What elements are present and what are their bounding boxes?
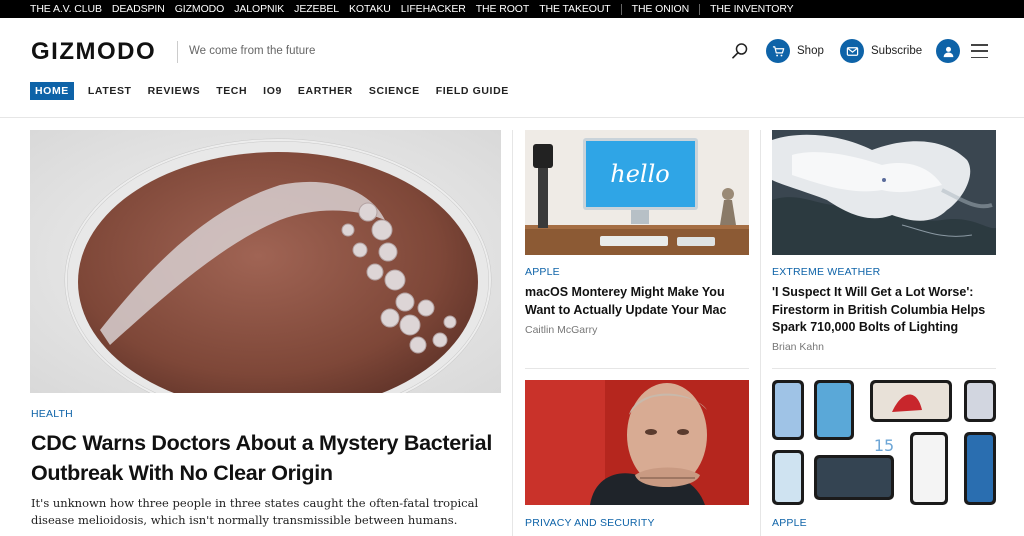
article-author[interactable]: Brian Kahn xyxy=(772,341,824,353)
column-divider xyxy=(512,130,513,536)
network-bar: THE A.V. CLUB DEADSPIN GIZMODO JALOPNIK … xyxy=(0,0,1024,18)
article-image-imac[interactable]: hello xyxy=(525,130,749,255)
nav-latest[interactable]: LATEST xyxy=(88,82,132,100)
ios15-text: 15 xyxy=(874,436,894,455)
article-image-iphones[interactable]: 15 xyxy=(772,380,996,505)
site-tagline: We come from the future xyxy=(189,45,316,57)
network-link-gizmodo[interactable]: GIZMODO xyxy=(175,0,225,18)
column-divider xyxy=(760,130,761,536)
search-icon[interactable] xyxy=(731,42,749,60)
article-category[interactable]: APPLE xyxy=(772,517,807,529)
network-link-the-takeout[interactable]: THE TAKEOUT xyxy=(539,0,611,18)
cart-icon xyxy=(766,39,790,63)
main-nav: HOME LATEST REVIEWS TECH IO9 EARTHER SCI… xyxy=(30,82,525,100)
mail-icon xyxy=(840,39,864,63)
article-category[interactable]: EXTREME WEATHER xyxy=(772,266,880,278)
shop-button[interactable]: Shop xyxy=(766,39,824,63)
subscribe-label: Subscribe xyxy=(871,45,923,57)
nav-earther[interactable]: EARTHER xyxy=(298,82,353,100)
network-link-the-inventory[interactable]: THE INVENTORY xyxy=(710,0,794,18)
row-divider xyxy=(772,368,996,369)
user-icon xyxy=(936,39,960,63)
row-divider xyxy=(525,368,749,369)
hello-text: hello xyxy=(610,160,669,188)
menu-icon[interactable] xyxy=(971,44,988,58)
site-logo[interactable]: GIZMODO xyxy=(31,38,156,66)
network-link-the-onion[interactable]: THE ONION xyxy=(632,0,690,18)
header-divider xyxy=(0,117,1024,118)
network-link-deadspin[interactable]: DEADSPIN xyxy=(112,0,165,18)
featured-excerpt: It's unknown how three people in three s… xyxy=(31,496,479,527)
nav-tech[interactable]: TECH xyxy=(216,82,247,100)
featured-headline[interactable]: CDC Warns Doctors About a Mystery Bacter… xyxy=(31,428,501,488)
nav-field-guide[interactable]: FIELD GUIDE xyxy=(436,82,509,100)
article-headline[interactable]: 'I Suspect It Will Get a Lot Worse': Fir… xyxy=(772,284,992,337)
network-divider xyxy=(620,3,622,15)
article-author[interactable]: Caitlin McGarry xyxy=(525,324,597,336)
article-category[interactable]: PRIVACY AND SECURITY xyxy=(525,517,655,529)
network-link-jalopnik[interactable]: JALOPNIK xyxy=(234,0,284,18)
nav-home[interactable]: HOME xyxy=(30,82,74,100)
subscribe-button[interactable]: Subscribe xyxy=(840,39,922,63)
nav-io9[interactable]: IO9 xyxy=(263,82,282,100)
network-link-avclub[interactable]: THE A.V. CLUB xyxy=(30,0,102,18)
logo-divider xyxy=(177,41,178,63)
article-image-portrait[interactable] xyxy=(525,380,749,505)
article-headline[interactable]: macOS Monterey Might Make You Want to Ac… xyxy=(525,284,745,319)
featured-image-petri-dish[interactable] xyxy=(30,130,501,393)
network-link-the-root[interactable]: THE ROOT xyxy=(476,0,530,18)
shop-label: Shop xyxy=(797,45,824,57)
featured-category[interactable]: HEALTH xyxy=(31,408,73,420)
network-link-jezebel[interactable]: JEZEBEL xyxy=(294,0,339,18)
article-image-satellite[interactable] xyxy=(772,130,996,255)
nav-reviews[interactable]: REVIEWS xyxy=(148,82,201,100)
account-button[interactable] xyxy=(936,39,960,63)
article-category[interactable]: APPLE xyxy=(525,266,560,278)
network-link-kotaku[interactable]: KOTAKU xyxy=(349,0,391,18)
network-link-lifehacker[interactable]: LIFEHACKER xyxy=(401,0,466,18)
network-divider xyxy=(699,3,701,15)
nav-science[interactable]: SCIENCE xyxy=(369,82,420,100)
